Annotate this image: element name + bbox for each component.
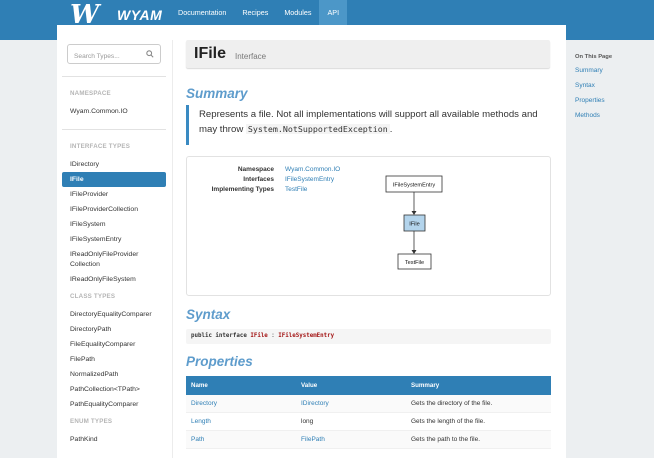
- class-types-heading: CLASS TYPES: [70, 293, 116, 300]
- properties-table-body: Directory IDirectory Gets the directory …: [186, 395, 551, 449]
- property-value-link[interactable]: FilePath: [296, 431, 406, 448]
- syntax-separator: :: [271, 333, 275, 339]
- diagram-label-middle: IFile: [409, 222, 420, 228]
- diagram-node-testfile[interactable]: TestFile: [397, 253, 432, 270]
- diagram-node-ifile[interactable]: IFile: [403, 214, 426, 232]
- sidebar-item-pathequalitycomparer[interactable]: PathEqualityComparer: [62, 397, 166, 412]
- page-title-bar: IFile Interface: [186, 40, 550, 68]
- interface-types-heading: INTERFACE TYPES: [70, 143, 131, 150]
- diagram-label-bottom: TestFile: [405, 260, 424, 266]
- nav-modules[interactable]: Modules: [276, 0, 319, 26]
- properties-table-header: Name Value Summary: [186, 376, 551, 395]
- enum-types-heading: ENUM TYPES: [70, 418, 113, 425]
- property-value-link[interactable]: IDirectory: [296, 395, 406, 412]
- sidebar-namespace-link[interactable]: Wyam.Common.IO: [62, 104, 166, 119]
- properties-table: Name Value Summary Directory IDirectory …: [186, 376, 551, 449]
- toc-link-summary[interactable]: Summary: [575, 67, 603, 74]
- sidebar-item-ifile[interactable]: IFile: [62, 172, 166, 187]
- type-info-box: Namespace Wyam.Common.IO Interfaces IFil…: [186, 156, 551, 296]
- sidebar-item-directoryequalitycomparer[interactable]: DirectoryEqualityComparer: [62, 307, 166, 322]
- syntax-type-name: IFile: [250, 333, 268, 339]
- nav-api[interactable]: API: [319, 0, 348, 26]
- sidebar-item-idirectory[interactable]: IDirectory: [62, 157, 166, 172]
- summary-block: Represents a file. Not all implementatio…: [186, 105, 550, 145]
- property-name-link[interactable]: Directory: [186, 395, 296, 412]
- sidebar-item-ireadonlyfilesystem[interactable]: IReadOnlyFileSystem: [62, 272, 166, 287]
- main-nav: Documentation Recipes Modules API: [170, 0, 348, 26]
- syntax-prefix: public interface: [191, 333, 247, 339]
- toc-link-properties[interactable]: Properties: [575, 97, 605, 104]
- table-row: Length long Gets the length of the file.: [186, 413, 551, 431]
- property-name-link[interactable]: Length: [186, 413, 296, 430]
- sidebar-item-ireadonlyfileprovidercollection[interactable]: IReadOnlyFileProvider Collection: [62, 249, 152, 271]
- sidebar-divider: [62, 129, 166, 130]
- sidebar-item-ifileprovider[interactable]: IFileProvider: [62, 187, 166, 202]
- sidebar-item-directorypath[interactable]: DirectoryPath: [62, 322, 166, 337]
- table-row: Directory IDirectory Gets the directory …: [186, 395, 551, 413]
- on-this-page-heading: On This Page: [575, 54, 613, 60]
- inheritance-diagram: IFileSystemEntry IFile TestFile: [385, 175, 443, 270]
- page-title-type: Interface: [235, 52, 267, 61]
- diagram-label-top: IFileSystemEntry: [393, 183, 435, 189]
- page-title: IFile: [194, 45, 227, 62]
- property-summary: Gets the path to the file.: [411, 436, 481, 443]
- sidebar-divider: [62, 76, 166, 77]
- diagram-node-ifilesystementry[interactable]: IFileSystemEntry: [385, 175, 443, 193]
- sidebar-item-ifilesystem[interactable]: IFileSystem: [62, 217, 166, 232]
- sidebar-item-pathkind[interactable]: PathKind: [62, 432, 166, 447]
- summary-heading: Summary: [186, 86, 248, 101]
- table-row: Path FilePath Gets the path to the file.: [186, 431, 551, 449]
- summary-exception-code: System.NotSupportedException: [245, 124, 390, 134]
- column-header-value: Value: [301, 382, 318, 389]
- properties-heading: Properties: [186, 354, 253, 369]
- nav-documentation[interactable]: Documentation: [170, 0, 234, 26]
- diagram-arrow-top: [411, 211, 417, 215]
- sidebar-item-pathcollection[interactable]: PathCollection<TPath>: [62, 382, 166, 397]
- summary-text-part2: .: [389, 124, 393, 135]
- diagram-arrow-bottom: [411, 250, 417, 254]
- summary-text: Represents a file. Not all implementatio…: [199, 108, 550, 137]
- search-box: [67, 44, 161, 66]
- sidebar-item-normalizedpath[interactable]: NormalizedPath: [62, 367, 166, 382]
- column-header-name: Name: [191, 382, 208, 389]
- property-value: long: [301, 418, 314, 425]
- toc-link-syntax[interactable]: Syntax: [575, 82, 595, 89]
- nav-recipes[interactable]: Recipes: [234, 0, 276, 26]
- syntax-base-type: IFileSystemEntry: [278, 333, 335, 339]
- sidebar-item-ifilesystementry[interactable]: IFileSystemEntry: [62, 232, 166, 247]
- wyam-logo-text[interactable]: WYAM: [117, 7, 162, 23]
- search-input[interactable]: [68, 47, 144, 66]
- sidebar-separator: [172, 40, 173, 458]
- column-header-summary: Summary: [411, 382, 440, 389]
- namespace-heading: NAMESPACE: [70, 90, 111, 97]
- property-summary: Gets the length of the file.: [411, 418, 486, 425]
- property-name-link[interactable]: Path: [186, 431, 296, 448]
- search-icon[interactable]: [146, 50, 154, 58]
- syntax-heading: Syntax: [186, 307, 231, 322]
- syntax-code-block: public interface IFile : IFileSystemEntr…: [186, 329, 551, 344]
- property-summary: Gets the directory of the file.: [411, 400, 493, 407]
- sidebar-item-fileequalitycomparer[interactable]: FileEqualityComparer: [62, 337, 166, 352]
- sidebar-item-filepath[interactable]: FilePath: [62, 352, 166, 367]
- toc-link-methods[interactable]: Methods: [575, 112, 600, 119]
- sidebar-item-ifileprovidercollection[interactable]: IFileProviderCollection: [62, 202, 166, 217]
